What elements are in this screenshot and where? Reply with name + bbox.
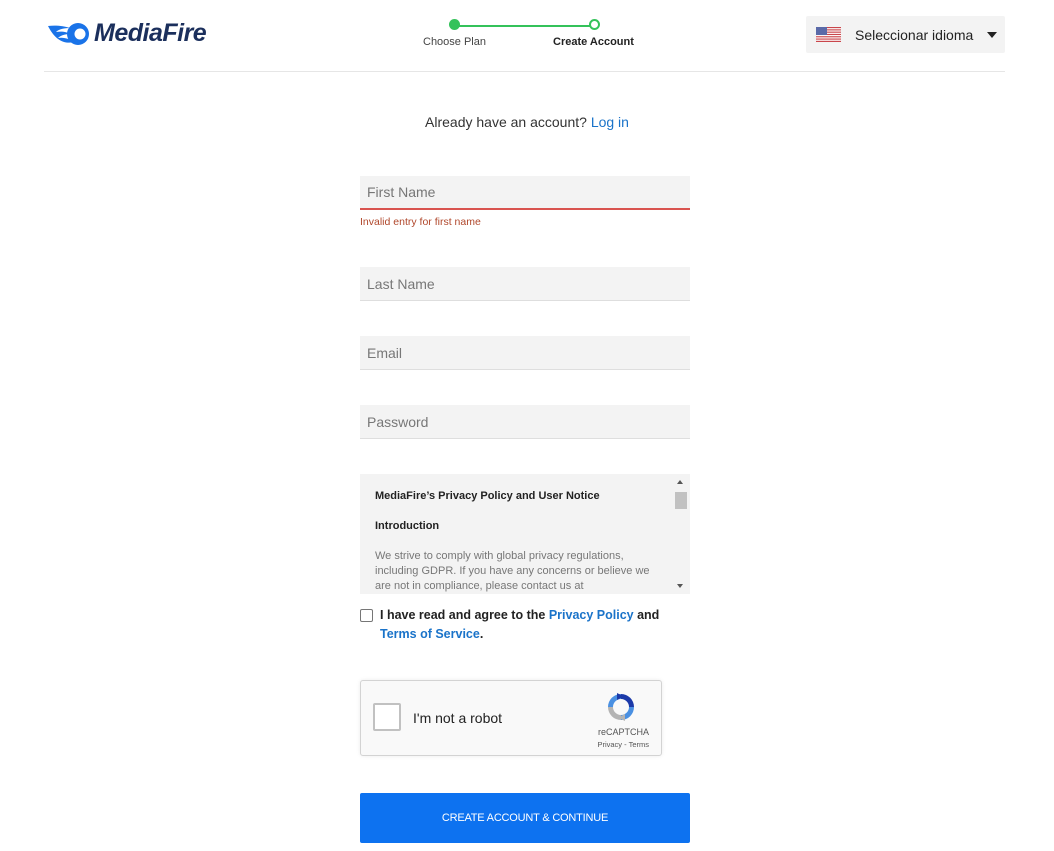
step-current-dot (589, 19, 600, 30)
progress-line (455, 25, 595, 27)
login-prompt: Already have an account? Log in (0, 114, 1054, 130)
language-selector-label: Seleccionar idioma (855, 26, 974, 43)
recaptcha-logo-icon (608, 693, 634, 721)
logo-text: MediaFire (94, 19, 207, 47)
last-name-input[interactable] (360, 267, 690, 301)
recaptcha-brand: reCAPTCHA (597, 727, 649, 737)
step-complete-dot (449, 19, 460, 30)
policy-section-heading: Introduction (375, 520, 440, 532)
caret-down-icon (987, 32, 997, 38)
top-header: MediaFire Choose Plan Create Account Sel… (44, 0, 1005, 72)
recaptcha-widget: I'm not a robot reCAPTCHA Privacy - Term… (360, 680, 662, 756)
policy-title: MediaFire’s Privacy Policy and User Noti… (375, 490, 600, 502)
create-account-button[interactable]: CREATE ACCOUNT & CONTINUE (360, 793, 690, 843)
password-input[interactable] (360, 405, 690, 439)
email-input[interactable] (360, 336, 690, 370)
us-flag-icon (816, 27, 841, 42)
agreement-text: I have read and agree to the Privacy Pol… (380, 606, 680, 644)
step-label-create-account: Create Account (553, 36, 634, 48)
login-link[interactable]: Log in (591, 114, 629, 130)
privacy-policy-content: MediaFire’s Privacy Policy and User Noti… (375, 489, 665, 594)
scroll-up-arrow-icon[interactable] (677, 480, 683, 484)
first-name-error: Invalid entry for first name (360, 216, 481, 228)
policy-scrollbar[interactable] (674, 476, 688, 592)
language-selector[interactable]: Seleccionar idioma (806, 16, 1005, 53)
flame-icon (48, 22, 89, 45)
recaptcha-privacy-terms-links[interactable]: Privacy - Terms (597, 740, 649, 749)
privacy-policy-link[interactable]: Privacy Policy (549, 608, 634, 622)
terms-of-service-link[interactable]: Terms of Service (380, 627, 480, 641)
agreement-checkbox[interactable] (360, 609, 373, 622)
login-prompt-text: Already have an account? (425, 114, 587, 130)
signup-progress: Choose Plan Create Account (419, 18, 639, 58)
first-name-input[interactable] (360, 176, 690, 210)
agreement-text-and: and (637, 608, 660, 622)
scroll-down-arrow-icon[interactable] (677, 584, 683, 588)
agreement-text-end: . (479, 627, 484, 641)
scrollbar-thumb[interactable] (675, 492, 687, 509)
mediafire-logo[interactable]: MediaFire (46, 19, 207, 48)
agreement-text-before: I have read and agree to the (380, 608, 546, 622)
privacy-policy-box[interactable]: MediaFire’s Privacy Policy and User Noti… (360, 474, 690, 594)
policy-body-text: We strive to comply with global privacy … (375, 550, 650, 592)
recaptcha-checkbox[interactable] (373, 703, 401, 731)
step-label-choose-plan: Choose Plan (423, 36, 486, 48)
recaptcha-label: I'm not a robot (413, 710, 503, 726)
